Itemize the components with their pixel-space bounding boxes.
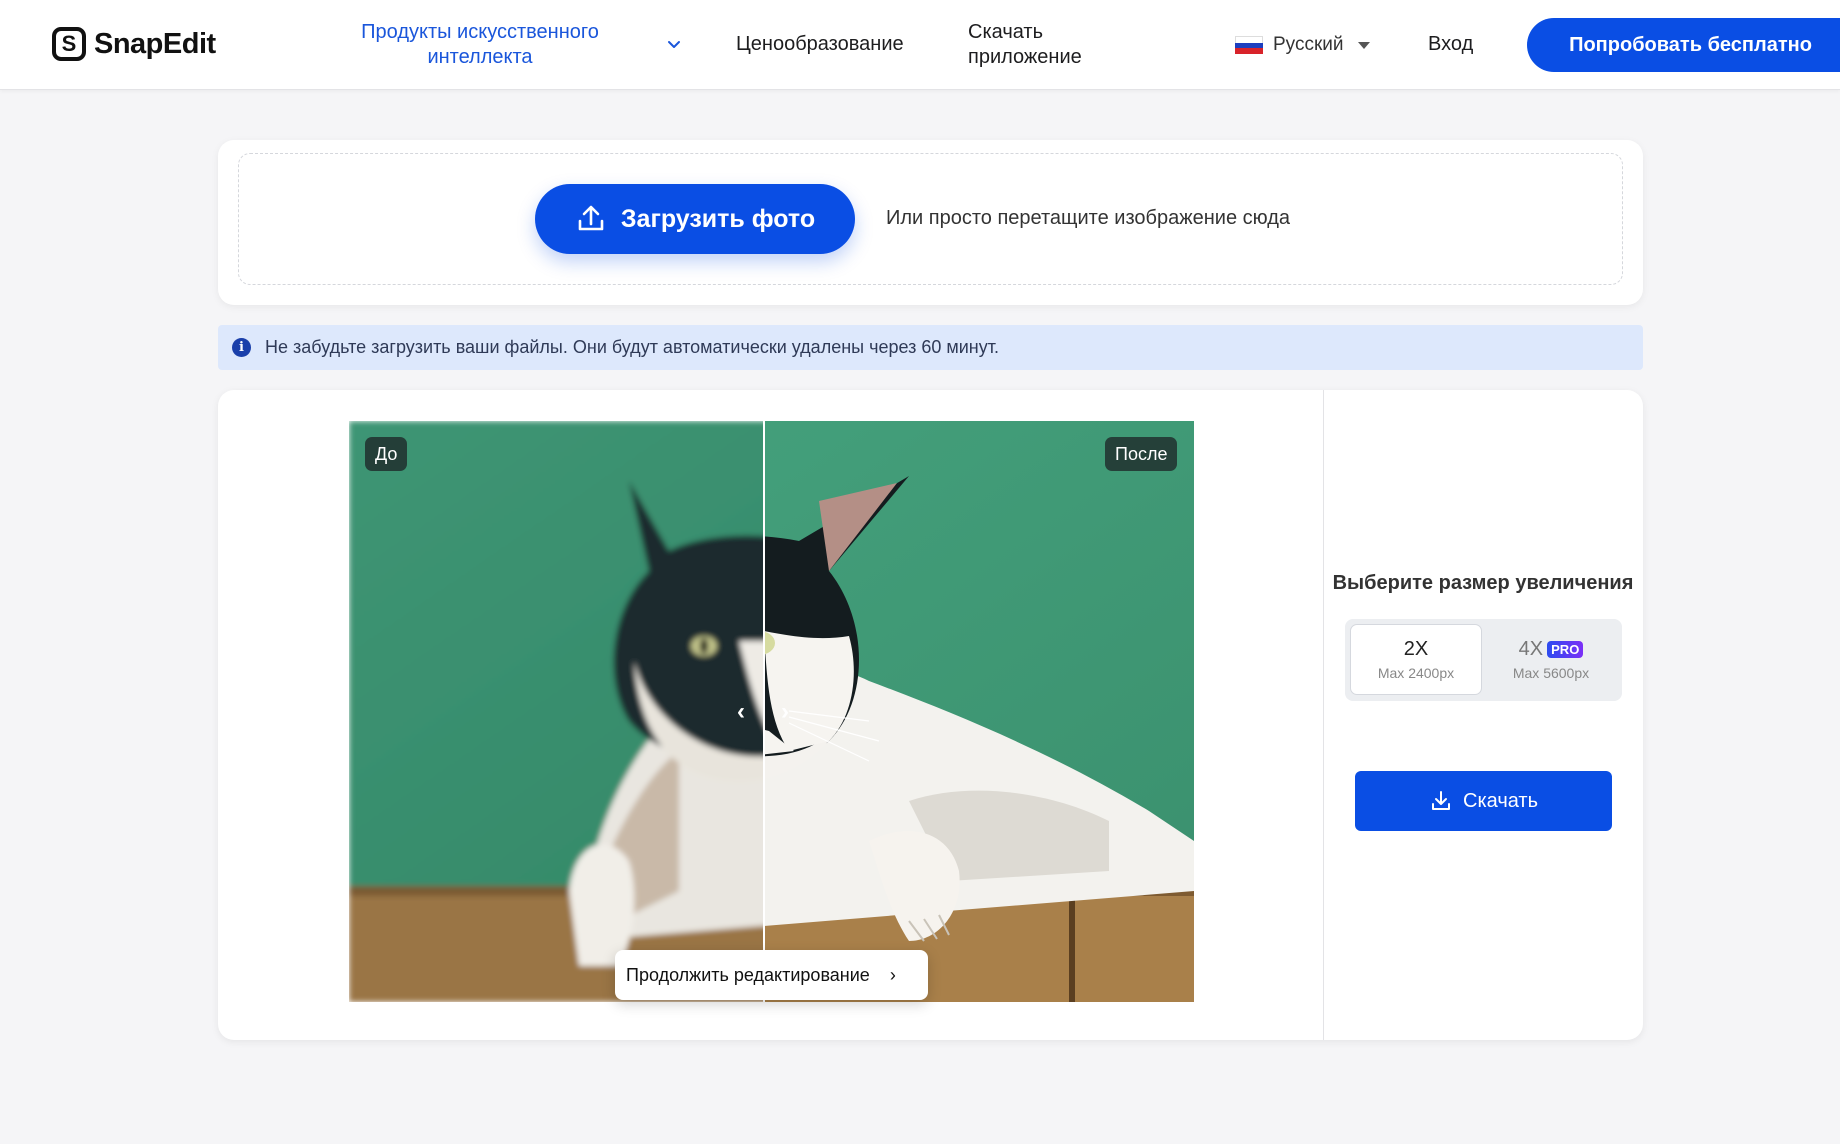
panel-divider bbox=[1323, 390, 1324, 1040]
download-label: Скачать bbox=[1463, 789, 1538, 812]
top-header: S SnapEdit Продукты искусственного интел… bbox=[0, 0, 1840, 90]
caret-down-icon bbox=[1357, 41, 1370, 49]
nav-ai-products[interactable]: Продукты искусственного интеллекта bbox=[340, 20, 620, 70]
pro-badge: PRO bbox=[1547, 641, 1584, 658]
upscale-option-2x[interactable]: 2X Max 2400px bbox=[1350, 624, 1482, 695]
logo-text: SnapEdit bbox=[94, 27, 216, 60]
slide-left-icon[interactable]: ‹ bbox=[737, 700, 745, 724]
compare-slider-handle[interactable] bbox=[763, 421, 765, 1002]
after-image bbox=[764, 421, 1194, 1002]
language-selector[interactable]: Русский bbox=[1235, 31, 1370, 59]
before-image bbox=[349, 421, 764, 1002]
logo-mark-icon: S bbox=[52, 27, 86, 61]
option-2x-max: Max 2400px bbox=[1377, 665, 1455, 681]
nav-download-app[interactable]: Скачать приложение bbox=[968, 20, 1118, 70]
russia-flag-icon bbox=[1235, 36, 1263, 55]
continue-editing-button[interactable]: Продолжить редактирование › bbox=[615, 950, 928, 1000]
try-free-button[interactable]: Попробовать бесплатно bbox=[1527, 18, 1840, 72]
upload-button-label: Загрузить фото bbox=[620, 204, 816, 233]
logo-mark-letter: S bbox=[61, 31, 77, 56]
upscale-size-selector: 2X Max 2400px 4X PRO Max 5600px bbox=[1345, 619, 1622, 701]
cat-photo-after bbox=[764, 421, 1194, 1002]
info-text: Не забудьте загрузить ваши файлы. Они бу… bbox=[265, 337, 999, 357]
upscale-title: Выберите размер увеличения bbox=[1332, 572, 1634, 594]
upscale-option-4x[interactable]: 4X PRO Max 5600px bbox=[1485, 624, 1617, 695]
upload-icon bbox=[578, 205, 604, 231]
option-4x-label: 4X PRO bbox=[1519, 638, 1584, 661]
before-after-viewer[interactable] bbox=[349, 421, 1194, 1002]
info-banner: i Не забудьте загрузить ваши файлы. Они … bbox=[218, 325, 1643, 370]
upload-photo-button[interactable]: Загрузить фото bbox=[535, 184, 855, 254]
login-link[interactable]: Вход bbox=[1428, 33, 1473, 56]
nav-pricing[interactable]: Ценообразование bbox=[736, 33, 904, 56]
chevron-right-icon: › bbox=[889, 964, 896, 985]
info-icon: i bbox=[232, 338, 251, 357]
option-4x-max: Max 5600px bbox=[1512, 665, 1590, 681]
language-label: Русский bbox=[1273, 34, 1344, 55]
download-button[interactable]: Скачать bbox=[1355, 771, 1612, 831]
chevron-down-icon[interactable] bbox=[665, 36, 683, 54]
drop-hint: Или просто перетащите изображение сюда bbox=[886, 207, 1290, 229]
download-icon bbox=[1432, 791, 1450, 810]
option-2x-label: 2X bbox=[1403, 638, 1429, 660]
cat-photo-before bbox=[349, 421, 764, 1002]
slide-right-icon[interactable]: › bbox=[781, 700, 789, 724]
snapedit-logo[interactable]: S SnapEdit bbox=[52, 26, 216, 62]
continue-editing-label: Продолжить редактирование bbox=[626, 964, 870, 985]
before-label: До bbox=[365, 437, 408, 471]
after-label: После bbox=[1105, 437, 1178, 471]
